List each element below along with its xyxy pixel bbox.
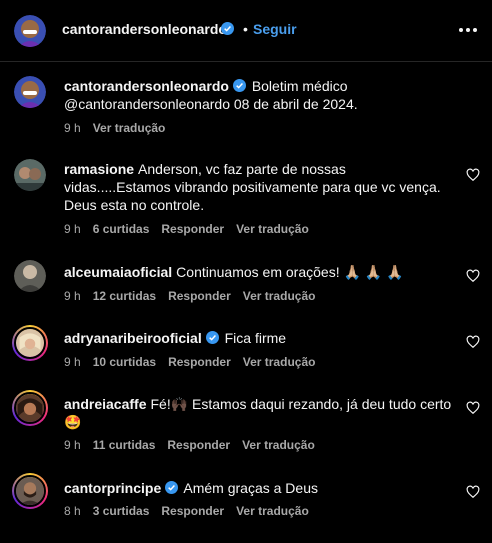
caption-avatar[interactable] bbox=[14, 76, 46, 108]
author-avatar[interactable] bbox=[14, 15, 46, 47]
verified-badge-icon bbox=[221, 22, 234, 35]
reply-button[interactable]: Responder bbox=[161, 504, 224, 518]
comment-meta: 8 h 3 curtidas Responder Ver tradução bbox=[64, 504, 309, 518]
comment-meta: 9 h 12 curtidas Responder Ver tradução bbox=[64, 289, 315, 303]
comment-text: Fica firme bbox=[224, 330, 287, 346]
caption-meta: 9 h Ver tradução bbox=[64, 121, 165, 135]
reply-button[interactable]: Responder bbox=[168, 355, 231, 369]
translate-link[interactable]: Ver tradução bbox=[236, 504, 309, 518]
comment-likes[interactable]: 6 curtidas bbox=[93, 222, 150, 236]
verified-badge-icon bbox=[205, 331, 219, 344]
comment-meta: 9 h 10 curtidas Responder Ver tradução bbox=[64, 355, 315, 369]
comment-time: 9 h bbox=[64, 222, 81, 236]
comment-username[interactable]: cantorprincipe bbox=[64, 480, 161, 496]
commenter-avatar[interactable] bbox=[12, 390, 48, 426]
more-options-icon[interactable] bbox=[456, 20, 480, 40]
comment-likes[interactable]: 11 curtidas bbox=[93, 438, 156, 452]
verified-badge-icon bbox=[232, 79, 246, 92]
translate-link[interactable]: Ver tradução bbox=[242, 438, 315, 452]
reply-button[interactable]: Responder bbox=[168, 289, 231, 303]
comment-likes[interactable]: 3 curtidas bbox=[93, 504, 150, 518]
follow-button[interactable]: Seguir bbox=[253, 21, 297, 37]
commenter-avatar[interactable] bbox=[12, 473, 48, 509]
comment-username[interactable]: adryanaribeirooficial bbox=[64, 330, 202, 346]
reply-button[interactable]: Responder bbox=[167, 438, 230, 452]
comment-text-block: cantorprincipe Amém graças a Deus bbox=[64, 479, 454, 497]
translate-link[interactable]: Ver tradução bbox=[236, 222, 309, 236]
comment-time: 9 h bbox=[64, 355, 81, 369]
comment-username[interactable]: andreiacaffe bbox=[64, 396, 146, 412]
commenter-avatar[interactable] bbox=[14, 260, 46, 292]
comment-text-block: alceumaiaoficial Continuamos em orações! … bbox=[64, 263, 454, 281]
caption-username[interactable]: cantorandersonleonardo bbox=[64, 78, 229, 94]
heart-icon[interactable] bbox=[466, 401, 480, 415]
comment-text-block: adryanaribeirooficial Fica firme bbox=[64, 329, 454, 347]
translate-link[interactable]: Ver tradução bbox=[243, 289, 316, 303]
verified-badge-icon bbox=[165, 481, 179, 494]
separator-dot: • bbox=[243, 21, 248, 37]
caption-text-block: cantorandersonleonardo Boletim médico @c… bbox=[64, 77, 454, 113]
comment-time: 8 h bbox=[64, 504, 81, 518]
post-header: cantorandersonleonardo • Seguir bbox=[0, 0, 492, 62]
comment-time: 9 h bbox=[64, 289, 81, 303]
comment-username[interactable]: alceumaiaoficial bbox=[64, 264, 172, 280]
commenter-avatar[interactable] bbox=[14, 159, 46, 191]
comment-likes[interactable]: 10 curtidas bbox=[93, 355, 156, 369]
author-username[interactable]: cantorandersonleonardo bbox=[62, 21, 227, 37]
comment-text-block: andreiacaffe Fé!🙌🏿 Estamos daqui rezando,… bbox=[64, 395, 454, 431]
comment-text: Continuamos em orações! 🙏🏼 🙏🏼 🙏🏼 bbox=[176, 264, 404, 280]
comment-meta: 9 h 11 curtidas Responder Ver tradução bbox=[64, 438, 315, 452]
comment-text: Amém graças a Deus bbox=[183, 480, 318, 496]
translate-link[interactable]: Ver tradução bbox=[243, 355, 316, 369]
comment-text-block: ramasione Anderson, vc faz parte de nossa… bbox=[64, 160, 454, 214]
commenter-avatar[interactable] bbox=[12, 325, 48, 361]
heart-icon[interactable] bbox=[466, 168, 480, 182]
caption-translate-link[interactable]: Ver tradução bbox=[93, 121, 166, 135]
comment-time: 9 h bbox=[64, 438, 81, 452]
heart-icon[interactable] bbox=[466, 269, 480, 283]
heart-icon[interactable] bbox=[466, 335, 480, 349]
comment-username[interactable]: ramasione bbox=[64, 161, 134, 177]
caption-time: 9 h bbox=[64, 121, 81, 135]
reply-button[interactable]: Responder bbox=[161, 222, 224, 236]
heart-icon[interactable] bbox=[466, 485, 480, 499]
comment-meta: 9 h 6 curtidas Responder Ver tradução bbox=[64, 222, 309, 236]
comment-likes[interactable]: 12 curtidas bbox=[93, 289, 156, 303]
